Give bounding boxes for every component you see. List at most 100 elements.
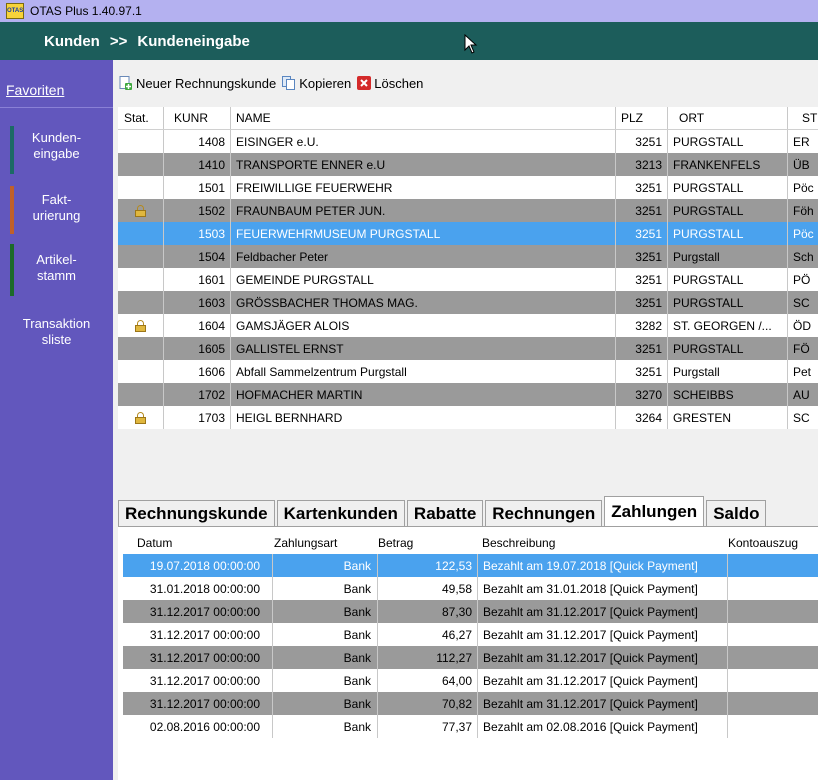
column-header-st[interactable]: ST [788,107,818,129]
sidebar-item-label: stamm [37,268,76,283]
table-row[interactable]: 1605 GALLISTEL ERNST 3251 PURGSTALL FÖ [118,337,818,360]
breadcrumb-kunden[interactable]: Kunden [44,33,100,50]
status-cell [118,314,164,337]
plz-cell: 3251 [616,291,668,314]
sidebar-item-label: Fakt- [41,192,72,207]
ort-cell: PURGSTALL [668,176,788,199]
delete-button[interactable]: Löschen [357,76,423,91]
plz-cell: 3251 [616,337,668,360]
table-row[interactable]: 1606 Abfall Sammelzentrum Purgstall 3251 Pu… [118,360,818,383]
status-cell [118,360,164,383]
breadcrumb: Kunden >> Kundeneingabe [0,22,818,60]
table-row[interactable]: 31.12.2017 00:00:00 Bank 112,27 Bezahlt am … [123,646,818,669]
tab-rechnungen[interactable]: Rechnungen [485,500,603,526]
tab-kartenkunden[interactable]: Kartenkunden [276,500,405,526]
sidebar-item-label: Transaktion [22,316,91,331]
zahlungsart-cell: Bank [273,623,378,646]
new-customer-button[interactable]: Neuer Rechnungskunde [119,76,276,91]
kunr-cell: 1503 [164,222,231,245]
tab-saldo[interactable]: Saldo [706,500,767,526]
column-header-plz[interactable]: PLZ [616,107,668,129]
kontoauszug-cell [728,600,818,623]
column-header-ort[interactable]: ORT [668,107,788,129]
sidebar-item-fakturierung[interactable]: Fakt- urierung [0,186,113,234]
table-row[interactable]: 1410 TRANSPORTE ENNER e.U 3213 FRANKENFELS Ü… [118,153,818,176]
table-row[interactable]: 1503 FEUERWEHRMUSEUM PURGSTALL 3251 PURGSTA… [118,222,818,245]
tab-rabatte[interactable]: Rabatte [406,500,484,526]
table-row[interactable]: 1702 HOFMACHER MARTIN 3270 SCHEIBBS AU [118,383,818,406]
table-row[interactable]: 1601 GEMEINDE PURGSTALL 3251 PURGSTALL PÖ [118,268,818,291]
sidebar: Favoriten Kunden- eingabe Fakt- urierung… [0,60,113,780]
sidebar-item-transaktionsliste[interactable]: Transaktion sliste [0,316,113,356]
street-cell: SC [793,295,810,310]
table-row[interactable]: 1501 FREIWILLIGE FEUERWEHR 3251 PURGSTALL Pö… [118,176,818,199]
column-header-stat[interactable]: Stat. [118,107,164,129]
street-cell: PÖ [793,272,811,287]
kunr-cell: 1601 [164,268,231,291]
sidebar-item-kundeneingabe[interactable]: Kunden- eingabe [0,126,113,174]
table-row[interactable]: 19.07.2018 00:00:00 Bank 122,53 Bezahlt am … [123,554,818,577]
betrag-cell: 112,27 [378,646,478,669]
table-row[interactable]: 31.12.2017 00:00:00 Bank 46,27 Bezahlt am 3… [123,623,818,646]
ort-cell: PURGSTALL [668,222,788,245]
payments-panel: Datum Zahlungsart Betrag Beschreibung Ko… [118,527,818,780]
street-cell: Pöc [793,226,814,241]
sidebar-accent-bar [10,126,14,174]
name-cell: EISINGER e.U. [231,130,616,153]
kontoauszug-cell [728,715,818,738]
kontoauszug-cell [728,554,818,577]
sidebar-item-artikelstamm[interactable]: Artikel- stamm [0,244,113,296]
plz-cell: 3270 [616,383,668,406]
column-header-betrag[interactable]: Betrag [378,532,478,554]
zahlungsart-cell: Bank [273,577,378,600]
table-row[interactable]: 1502 FRAUNBAUM PETER JUN. 3251 PURGSTALL Föh [118,199,818,222]
lock-icon [135,204,146,217]
table-row[interactable]: 1604 GAMSJÄGER ALOIS 3282 ST. GEORGEN /... Ö… [118,314,818,337]
table-row[interactable]: 02.08.2016 00:00:00 Bank 77,37 Bezahlt am 0… [123,715,818,738]
kunr-cell: 1501 [164,176,231,199]
status-cell [118,130,164,153]
table-row[interactable]: 31.12.2017 00:00:00 Bank 70,82 Bezahlt am 3… [123,692,818,715]
favorites-link[interactable]: Favoriten [6,82,64,98]
betrag-cell: 46,27 [378,623,478,646]
zahlungsart-cell: Bank [273,669,378,692]
ort-cell: PURGSTALL [668,268,788,291]
sidebar-divider [0,107,113,108]
plz-cell: 3251 [616,222,668,245]
name-cell: GEMEINDE PURGSTALL [231,268,616,291]
status-cell [118,406,164,429]
name-cell: GRÖSSBACHER THOMAS MAG. [231,291,616,314]
street-cell: Pöc [793,180,814,195]
beschreibung-cell: Bezahlt am 31.12.2017 [Quick Payment] [478,646,728,669]
datum-cell: 31.12.2017 00:00:00 [123,600,273,623]
column-header-kontoauszug[interactable]: Kontoauszug [728,532,818,554]
table-row[interactable]: 1703 HEIGL BERNHARD 3264 GRESTEN SC [118,406,818,429]
table-row[interactable]: 31.01.2018 00:00:00 Bank 49,58 Bezahlt am 3… [123,577,818,600]
table-row[interactable]: 31.12.2017 00:00:00 Bank 87,30 Bezahlt am 3… [123,600,818,623]
table-row[interactable]: 1504 Feldbacher Peter 3251 Purgstall Sch [118,245,818,268]
street-cell: ÜB [793,157,810,172]
name-cell: FEUERWEHRMUSEUM PURGSTALL [231,222,616,245]
street-cell: Pet [793,364,812,379]
ort-cell: PURGSTALL [668,337,788,360]
status-cell [118,199,164,222]
kontoauszug-cell [728,646,818,669]
column-header-datum[interactable]: Datum [123,532,273,554]
table-row[interactable]: 31.12.2017 00:00:00 Bank 64,00 Bezahlt am 3… [123,669,818,692]
plz-cell: 3251 [616,176,668,199]
customer-table-body: 1408 EISINGER e.U. 3251 PURGSTALL ER 1410 TRAN… [118,130,818,429]
tab-zahlungen[interactable]: Zahlungen [604,496,705,526]
tab-rechnungskunde[interactable]: Rechnungskunde [118,500,275,526]
beschreibung-cell: Bezahlt am 31.12.2017 [Quick Payment] [478,623,728,646]
column-header-zahlungsart[interactable]: Zahlungsart [273,532,378,554]
column-header-kunr[interactable]: KUNR [164,107,231,129]
plz-cell: 3264 [616,406,668,429]
column-header-beschreibung[interactable]: Beschreibung [478,532,728,554]
copy-button[interactable]: Kopieren [282,76,351,91]
column-header-name[interactable]: NAME [231,107,616,129]
sidebar-accent-bar [10,186,14,234]
table-row[interactable]: 1408 EISINGER e.U. 3251 PURGSTALL ER [118,130,818,153]
table-row[interactable]: 1603 GRÖSSBACHER THOMAS MAG. 3251 PURGSTALL… [118,291,818,314]
kunr-cell: 1502 [164,199,231,222]
beschreibung-cell: Bezahlt am 31.12.2017 [Quick Payment] [478,600,728,623]
